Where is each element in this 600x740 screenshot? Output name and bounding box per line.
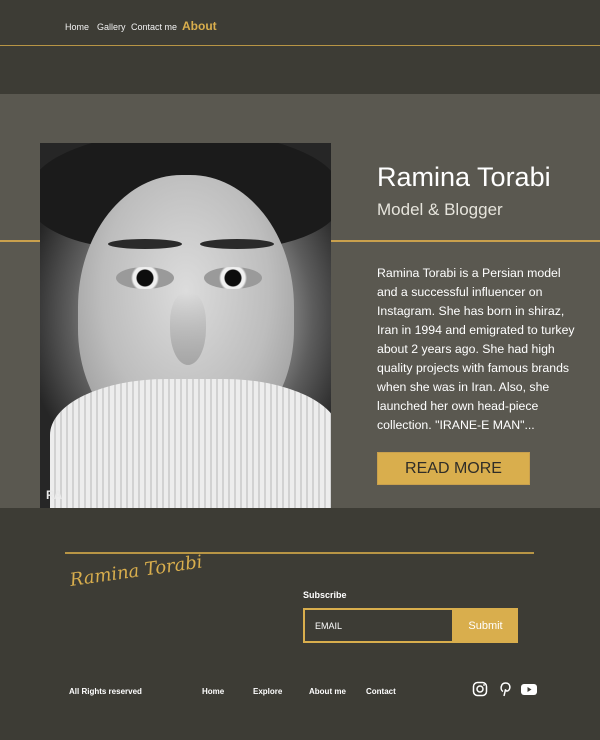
profile-name: Ramina Torabi [377, 162, 551, 192]
pinterest-icon[interactable] [497, 681, 513, 697]
email-field[interactable] [303, 608, 454, 643]
nav-home[interactable]: Home [65, 22, 89, 32]
portrait-sweater [50, 379, 331, 508]
portrait-photo: RA [40, 143, 331, 508]
photographer-logo: RA [46, 488, 62, 502]
footer-link-contact[interactable]: Contact [366, 687, 396, 696]
copyright-text: All Rights reserved [69, 687, 142, 696]
read-more-button[interactable]: READ MORE [377, 452, 530, 485]
footer-link-about-me[interactable]: About me [309, 687, 346, 696]
nav-divider [0, 45, 600, 46]
nav-gallery[interactable]: Gallery [97, 22, 126, 32]
footer-link-explore[interactable]: Explore [253, 687, 282, 696]
profile-bio: Ramina Torabi is a Persian model and a s… [377, 266, 575, 432]
profile-role: Model & Blogger [377, 200, 503, 219]
submit-button[interactable]: Submit [453, 608, 518, 643]
subscribe-label: Subscribe [303, 590, 347, 600]
youtube-icon[interactable] [520, 681, 538, 697]
portrait-left-eye [116, 267, 174, 289]
portrait-right-eye [204, 267, 262, 289]
portrait-left-brow [108, 239, 182, 249]
portrait-right-brow [200, 239, 274, 249]
signature-logo: Ramina Torabi [68, 551, 204, 591]
instagram-icon[interactable] [472, 681, 488, 697]
footer-divider [65, 552, 534, 554]
nav-about[interactable]: About [182, 19, 217, 33]
nav-contact-me[interactable]: Contact me [131, 22, 177, 32]
about-hero: RA Ramina Torabi Model & Blogger Ramina … [0, 94, 600, 508]
portrait-nose [170, 293, 206, 365]
footer-link-home[interactable]: Home [202, 687, 224, 696]
